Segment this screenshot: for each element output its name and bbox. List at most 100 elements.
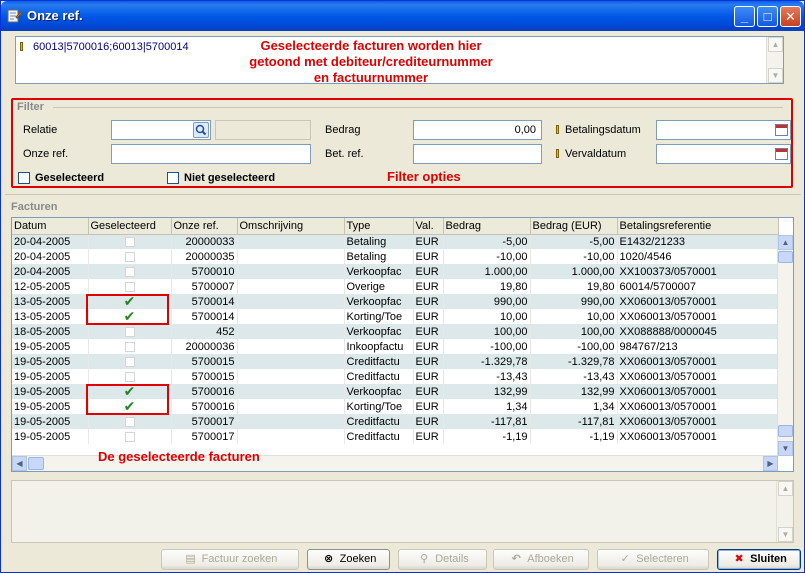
afboeken-button[interactable]: ↶ Afboeken <box>493 549 589 570</box>
scroll-up-icon[interactable]: ▲ <box>778 235 793 250</box>
cell-val: EUR <box>413 249 444 264</box>
cell-betalingsreferentie: XX060013/0570001 <box>617 354 779 369</box>
cell-geselecteerd[interactable] <box>88 354 172 369</box>
cell-datum: 20-04-2005 <box>12 234 89 249</box>
close-button[interactable]: ✕ <box>780 6 801 27</box>
cell-datum: 19-05-2005 <box>12 414 89 429</box>
memo-scrollbar[interactable]: ▲ ▼ <box>776 481 793 542</box>
window-title: Onze ref. <box>27 8 83 23</box>
cell-bedrag: -13,43 <box>443 369 531 384</box>
scroll-up-icon[interactable]: ▲ <box>778 481 793 496</box>
cell-geselecteerd[interactable] <box>88 264 172 279</box>
scroll-down-icon[interactable]: ▼ <box>778 441 793 456</box>
row-checkbox[interactable] <box>124 266 135 277</box>
row-checkbox[interactable] <box>124 356 135 367</box>
table-row[interactable]: 20-04-2005 20000033 Betaling EUR -5,00 -5,00 E… <box>12 234 779 249</box>
cell-bedrag: -1.329,78 <box>443 354 531 369</box>
column-header-omschrijving[interactable]: Omschrijving <box>237 218 345 235</box>
scroll-thumb-lower[interactable] <box>778 425 793 437</box>
row-checkbox[interactable] <box>124 281 135 292</box>
scroll-down-icon[interactable]: ▼ <box>768 68 783 83</box>
column-header-bedrag[interactable]: Bedrag <box>443 218 531 235</box>
bet-ref-input[interactable] <box>413 144 542 164</box>
bedrag-input[interactable]: 0,00 <box>413 120 542 140</box>
details-button[interactable]: ⚲ Details <box>398 549 487 570</box>
table-row[interactable]: 20-04-2005 5700010 Verkoopfac EUR 1.000,00 1.… <box>12 264 779 279</box>
scroll-left-icon[interactable]: ◀ <box>12 456 27 471</box>
cell-datum: 19-05-2005 <box>12 399 89 414</box>
cell-val: EUR <box>413 294 444 309</box>
maximize-button[interactable]: □ <box>757 6 778 27</box>
column-header-datum[interactable]: Datum <box>12 218 89 235</box>
betalingsdatum-label: Betalingsdatum <box>565 124 641 136</box>
cell-geselecteerd[interactable] <box>88 339 172 354</box>
cell-betalingsreferentie: XX060013/0570001 <box>617 399 779 414</box>
invoices-table[interactable]: Datum Geselecteerd Onze ref. Omschrijvin… <box>11 217 794 472</box>
scroll-up-icon[interactable]: ▲ <box>768 37 783 52</box>
details-memo[interactable]: ▲ ▼ <box>11 480 794 543</box>
table-row[interactable]: 20-04-2005 20000035 Betaling EUR -10,00 -10,0… <box>12 249 779 264</box>
cell-omschrijving <box>237 429 345 444</box>
cell-geselecteerd[interactable] <box>88 324 172 339</box>
table-row[interactable]: 19-05-2005 5700015 Creditfactu EUR -1.329,78… <box>12 354 779 369</box>
title-bar[interactable]: Onze ref. _ □ ✕ <box>1 1 804 31</box>
column-header-betalingsreferentie[interactable]: Betalingsreferentie <box>617 218 779 235</box>
table-row[interactable]: 19-05-2005 20000036 Inkoopfactu EUR -100,00-… <box>12 339 779 354</box>
cell-geselecteerd[interactable] <box>88 369 172 384</box>
onze-ref-input[interactable] <box>111 144 311 164</box>
cell-geselecteerd[interactable] <box>88 279 172 294</box>
selecteren-button[interactable]: ✓ Selecteren <box>597 549 709 570</box>
row-checkbox[interactable] <box>124 416 135 427</box>
table-row[interactable]: 19-05-2005 5700017 Creditfactu EUR -1,19 -1,1… <box>12 429 779 444</box>
cell-geselecteerd[interactable] <box>88 249 172 264</box>
scroll-thumb[interactable] <box>28 457 44 470</box>
row-checkbox[interactable] <box>124 236 135 247</box>
cell-geselecteerd[interactable] <box>88 234 172 249</box>
row-checkbox[interactable] <box>124 431 135 442</box>
table-row[interactable]: 12-05-2005 5700007 Overige EUR 19,80 19,80 600… <box>12 279 779 294</box>
row-checkbox[interactable] <box>124 341 135 352</box>
cell-bedrag: -10,00 <box>443 249 531 264</box>
cell-datum: 19-05-2005 <box>12 429 89 444</box>
cell-val: EUR <box>413 234 444 249</box>
factuur-zoeken-button[interactable]: ▤ Factuur zoeken <box>161 549 299 570</box>
scroll-down-icon[interactable]: ▼ <box>778 527 793 542</box>
scroll-right-icon[interactable]: ▶ <box>763 456 778 471</box>
column-header-geselecteerd[interactable]: Geselecteerd <box>88 218 172 235</box>
row-checkbox[interactable] <box>124 326 135 337</box>
table-row[interactable]: 19-05-2005 5700015 Creditfactu EUR -13,43 -13… <box>12 369 779 384</box>
cell-type: Creditfactu <box>344 354 414 369</box>
selected-invoices-scrollbar[interactable]: ▲ ▼ <box>766 37 783 83</box>
vervaldatum-input[interactable] <box>656 144 791 164</box>
geselecteerd-checkbox[interactable] <box>18 172 30 184</box>
cell-type: Inkoopfactu <box>344 339 414 354</box>
table-row[interactable]: 19-05-2005 5700017 Creditfactu EUR -117,81 -1… <box>12 414 779 429</box>
row-checkbox[interactable] <box>124 371 135 382</box>
zoeken-button[interactable]: ⊗ Zoeken <box>307 549 390 570</box>
minimize-button[interactable]: _ <box>734 6 755 27</box>
table-row[interactable]: 18-05-2005 452 Verkoopfac EUR 100,00 100,00 XX… <box>12 324 779 339</box>
sluiten-button[interactable]: ✖ Sluiten <box>717 549 801 570</box>
calendar-icon[interactable] <box>775 148 788 160</box>
cell-geselecteerd[interactable] <box>88 429 172 444</box>
cell-datum: 12-05-2005 <box>12 279 89 294</box>
cell-bedrag: -117,81 <box>443 414 531 429</box>
column-header-onze-ref[interactable]: Onze ref. <box>171 218 238 235</box>
row-checkbox[interactable] <box>124 251 135 262</box>
scroll-thumb[interactable] <box>778 251 793 263</box>
undo-icon: ↶ <box>511 553 521 565</box>
required-marker-icon <box>556 149 559 158</box>
selection-annotation-3: en factuurnummer <box>313 70 429 85</box>
cell-geselecteerd[interactable] <box>88 414 172 429</box>
table-vertical-scrollbar[interactable]: ▲ ▼ <box>777 235 793 456</box>
column-header-type[interactable]: Type <box>344 218 414 235</box>
cell-type: Verkoopfac <box>344 384 414 399</box>
relatie-input[interactable] <box>111 120 211 140</box>
calendar-icon[interactable] <box>775 124 788 136</box>
column-header-bedrag-eur[interactable]: Bedrag (EUR) <box>530 218 618 235</box>
cell-type: Betaling <box>344 249 414 264</box>
lookup-icon[interactable] <box>193 122 209 138</box>
niet-geselecteerd-checkbox[interactable] <box>167 172 179 184</box>
column-header-val[interactable]: Val. <box>413 218 444 235</box>
betalingsdatum-input[interactable] <box>656 120 791 140</box>
